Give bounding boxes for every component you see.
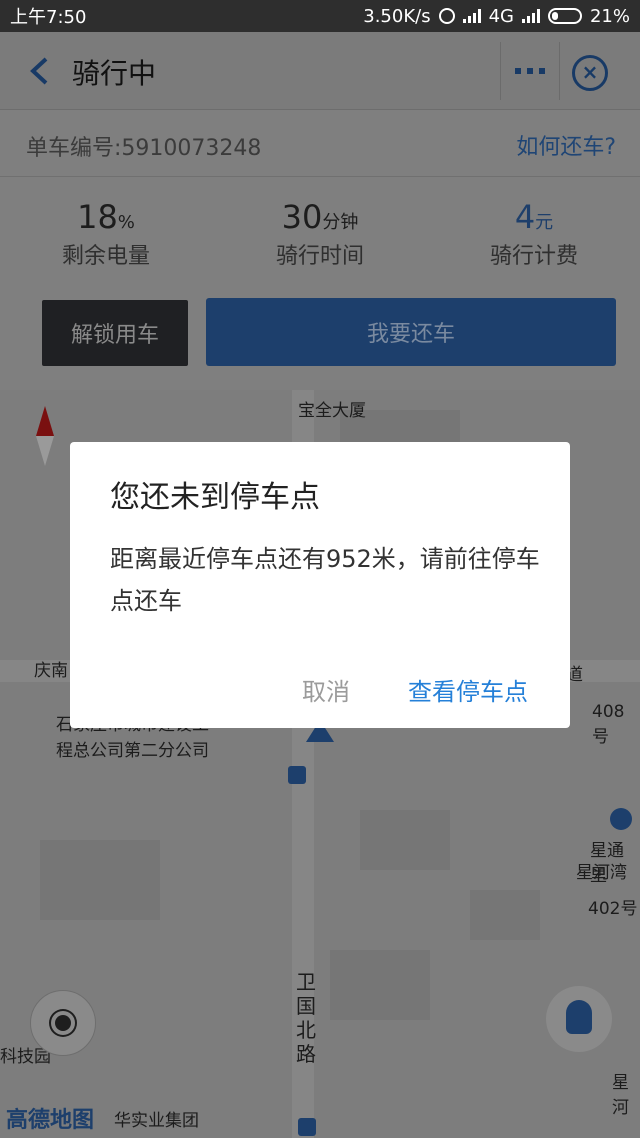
map-label: 星河湾 — [576, 863, 627, 883]
dialog-title: 您还未到停车点 — [110, 480, 320, 515]
map-label: 宝全大厦 — [298, 401, 366, 421]
how-to-return-link[interactable]: 如何还车? — [516, 129, 616, 161]
return-bike-button[interactable]: 我要还车 — [206, 298, 616, 366]
map-label: 庆南 — [34, 661, 68, 681]
stat-unit: 分钟 — [322, 212, 359, 233]
stat-label: 骑行时间 — [275, 244, 364, 269]
page-title: 骑行中 — [72, 57, 157, 90]
map-label: 402号 — [588, 899, 638, 919]
more-icon[interactable] — [500, 42, 560, 100]
map-label: 408号 — [592, 702, 625, 747]
bus-stop-icon — [298, 1118, 316, 1136]
ride-stats: 18% 剩余电量 30分钟 骑行时间 4元 骑行计费 — [0, 178, 640, 278]
parking-alert-dialog: 您还未到停车点 距离最近停车点还有952米，请前往停车点还车 取消 查看停车点 — [70, 442, 570, 728]
map-block — [40, 840, 160, 920]
stat-fee: 4元 骑行计费 — [444, 198, 624, 270]
stat-battery: 18% 剩余电量 — [16, 198, 196, 270]
street-label: 卫国北路 — [296, 970, 316, 1066]
network-type: 4G — [488, 5, 514, 27]
signal-icon-2 — [521, 9, 540, 23]
map-block — [330, 950, 430, 1020]
map-label: 星河 — [612, 1073, 629, 1118]
dialog-message: 距离最近停车点还有952米，请前往停车点还车 — [110, 545, 540, 615]
stat-unit: % — [117, 212, 135, 233]
back-icon[interactable] — [26, 56, 54, 86]
battery-icon — [547, 8, 582, 24]
map-label: 华实业集团 — [114, 1111, 199, 1131]
stat-label: 骑行计费 — [489, 244, 578, 269]
stat-unit: 元 — [535, 212, 554, 233]
end-ride-icon[interactable]: × — [572, 55, 608, 91]
stat-value: 30 — [281, 198, 323, 236]
alarm-icon — [438, 8, 455, 24]
stat-value: 18 — [77, 198, 118, 236]
status-bar: 上午7:50 3.50K/s 4G 21% — [0, 0, 640, 32]
status-time: 上午7:50 — [10, 7, 87, 28]
stat-label: 剩余电量 — [61, 244, 150, 269]
locate-me-button[interactable] — [30, 990, 96, 1056]
signal-icon — [462, 9, 481, 23]
bike-id: 单车编号:5910073248 — [26, 136, 262, 161]
screen: 上午7:50 3.50K/s 4G 21% 骑行中 × 单车编号:5910073… — [0, 0, 640, 1138]
amap-logo: 高德地图 — [6, 1108, 95, 1133]
status-icons: 3.50K/s 4G 21% — [363, 6, 630, 27]
unlock-button[interactable]: 解锁用车 — [42, 300, 188, 366]
map-block — [470, 890, 540, 940]
compass-icon[interactable] — [36, 406, 54, 466]
stat-value: 4 — [514, 198, 536, 236]
app-header: 骑行中 × — [0, 32, 640, 110]
cancel-button[interactable]: 取消 — [302, 672, 350, 707]
map-block — [360, 810, 450, 870]
bike-info-row: 单车编号:5910073248 如何还车? — [0, 111, 640, 177]
net-speed: 3.50K/s — [363, 5, 431, 27]
battery-level: 21% — [589, 5, 630, 27]
map-label: 程总公司第二分公司 — [56, 741, 209, 761]
bus-stop-icon — [288, 766, 306, 784]
residence-poi-icon — [610, 808, 632, 830]
stat-ride-time: 30分钟 骑行时间 — [230, 198, 410, 270]
view-parking-button[interactable]: 查看停车点 — [408, 672, 528, 707]
customer-service-button[interactable] — [546, 986, 612, 1052]
